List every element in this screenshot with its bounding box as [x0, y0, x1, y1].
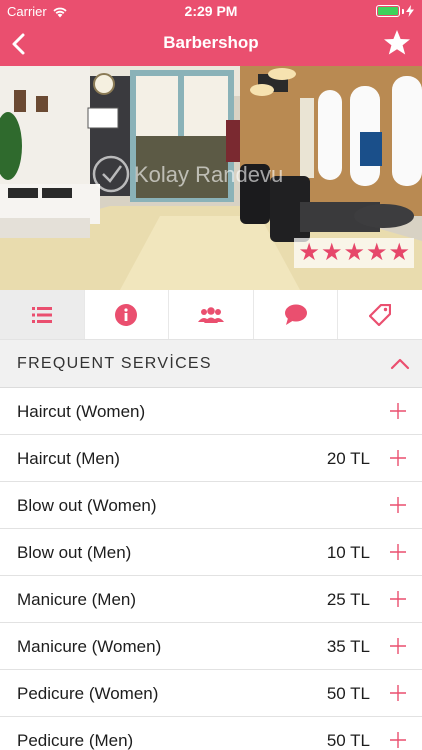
- plus-icon[interactable]: [388, 683, 408, 703]
- charging-icon: [406, 5, 414, 17]
- info-icon: [115, 303, 138, 326]
- favorite-button[interactable]: [382, 28, 412, 58]
- star-icon: [384, 30, 410, 55]
- status-bar: Carrier 2:29 PM: [0, 0, 422, 22]
- plus-icon[interactable]: [388, 636, 408, 656]
- shop-photo: Kolay Randevu ★ ★ ★ ★ ★: [0, 66, 422, 290]
- service-name: Pedicure (Men): [17, 731, 134, 750]
- service-name: Manicure (Women): [17, 637, 162, 656]
- chat-icon: [284, 304, 307, 325]
- battery-icon: [376, 5, 400, 17]
- service-name: Blow out (Women): [17, 496, 157, 515]
- battery-indicator: [376, 5, 414, 17]
- chevron-up-icon[interactable]: [390, 354, 410, 374]
- plus-icon[interactable]: [388, 401, 408, 421]
- service-name: Blow out (Men): [17, 543, 132, 562]
- service-row[interactable]: Blow out (Women): [0, 482, 422, 529]
- tab-bar: [0, 290, 422, 340]
- tag-icon: [369, 303, 392, 326]
- service-row[interactable]: Haircut (Men) 20 TL: [0, 435, 422, 482]
- rating-star-icon: ★: [320, 239, 343, 266]
- service-row[interactable]: Haircut (Women): [0, 388, 422, 435]
- rating-star-icon: ★: [388, 239, 410, 266]
- service-price: 35 TL: [326, 637, 370, 656]
- people-icon: [197, 306, 224, 323]
- service-price: 10 TL: [326, 543, 370, 562]
- service-price: 25 TL: [326, 590, 370, 609]
- watermark-text: Kolay Randevu: [134, 162, 283, 187]
- plus-icon[interactable]: [388, 730, 408, 750]
- section-header-frequent-services[interactable]: FREQUENT SERVİCES: [0, 340, 422, 388]
- service-row[interactable]: Pedicure (Women) 50 TL: [0, 670, 422, 717]
- service-price: 50 TL: [326, 731, 370, 750]
- service-row[interactable]: Manicure (Women) 35 TL: [0, 623, 422, 670]
- plus-icon[interactable]: [388, 589, 408, 609]
- tab-comments[interactable]: [254, 290, 339, 339]
- section-title: FREQUENT SERVİCES: [17, 355, 212, 372]
- tab-services[interactable]: [0, 290, 85, 339]
- navigation-bar: Barbershop: [0, 22, 422, 66]
- plus-icon[interactable]: [388, 542, 408, 562]
- list-icon: [31, 306, 52, 323]
- page-title: Barbershop: [163, 33, 259, 52]
- plus-icon[interactable]: [388, 448, 408, 468]
- service-name: Haircut (Men): [17, 449, 120, 468]
- rating-star-icon: ★: [298, 239, 320, 266]
- service-name: Manicure (Men): [17, 590, 137, 609]
- service-row[interactable]: Blow out (Men) 10 TL: [0, 529, 422, 576]
- tab-staff[interactable]: [169, 290, 254, 339]
- top-bar: Carrier 2:29 PM Barbershop: [0, 0, 422, 66]
- service-row[interactable]: Pedicure (Men) 50 TL: [0, 717, 422, 750]
- status-time: 2:29 PM: [184, 3, 238, 19]
- service-row[interactable]: Manicure (Men) 25 TL: [0, 576, 422, 623]
- service-name: Haircut (Women): [17, 402, 146, 421]
- plus-icon[interactable]: [388, 495, 408, 515]
- rating-star-icon: ★: [343, 239, 365, 266]
- rating-stars: ★ ★ ★ ★ ★: [294, 238, 414, 268]
- rating-star-icon: ★: [365, 239, 388, 266]
- tab-offers[interactable]: [338, 290, 422, 339]
- service-name: Pedicure (Women): [17, 684, 159, 703]
- service-price: 50 TL: [326, 684, 370, 703]
- tab-info[interactable]: [85, 290, 170, 339]
- service-price: 20 TL: [326, 449, 370, 468]
